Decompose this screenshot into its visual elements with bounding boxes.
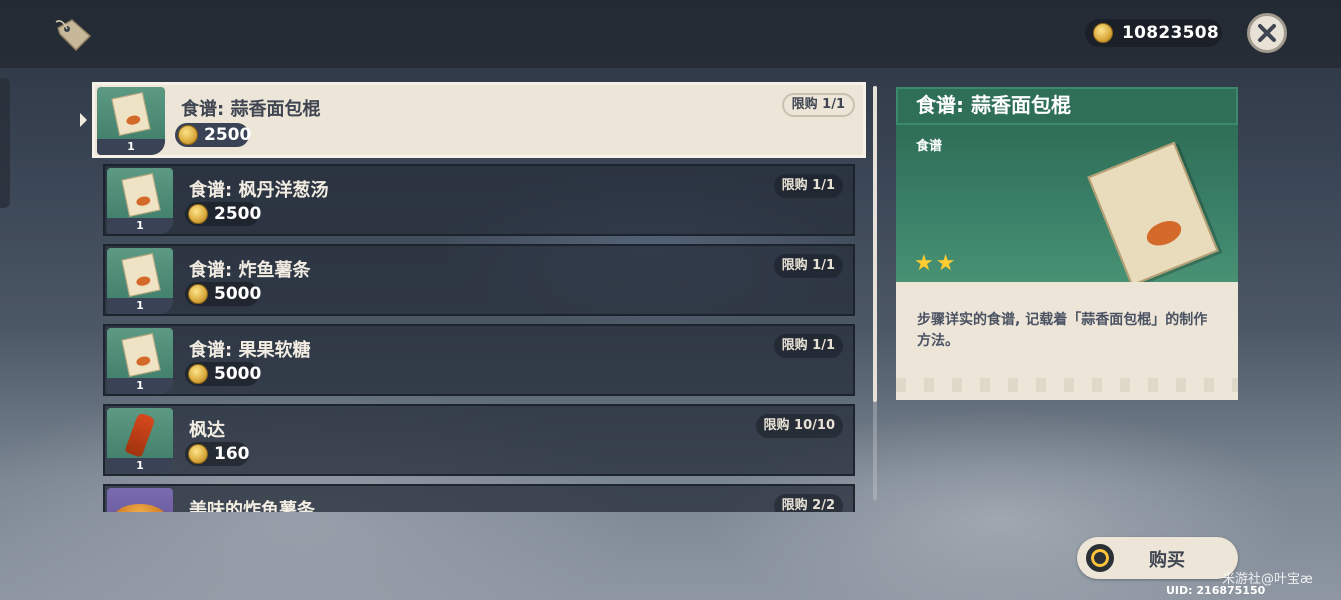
item-thumbnail: 1 [97,87,165,155]
purchase-limit-badge: 限购 1/1 [773,254,843,278]
item-detail-panel: 食谱: 蒜香面包棍 食谱 ★★ 步骤详实的食谱, 记载着「蒜香面包棍」的制作方法… [896,87,1238,400]
selection-arrow-icon [80,113,87,127]
item-quantity: 1 [97,139,165,155]
shop-item-list[interactable]: 1 食谱: 蒜香面包棍 2500 限购 1/1 1 食谱: 枫丹洋葱汤 2500… [92,82,868,512]
detail-artwork: 食谱 ★★ [896,125,1238,287]
detail-title: 食谱: 蒜香面包棍 [896,87,1238,125]
item-thumbnail: 1 [107,328,173,394]
item-price: 2500 [175,123,251,147]
top-bar: 10823508 [0,0,1341,68]
recipe-scroll-icon [111,92,151,136]
purchase-limit-badge: 限购 2/2 [773,494,843,512]
recipe-scroll-icon [121,173,161,217]
list-scrollbar-thumb[interactable] [873,86,877,402]
recipe-scroll-icon [121,333,161,377]
item-price: 160 [185,442,250,466]
detail-description: 步骤详实的食谱, 记载着「蒜香面包棍」的制作方法。 [896,282,1238,400]
mora-coin-icon [178,125,198,145]
currency-display: 10823508 [1085,19,1222,47]
close-button[interactable] [1247,13,1287,53]
side-tab[interactable] [0,78,10,208]
item-thumbnail: 1 [107,248,173,314]
item-thumbnail: 1 [107,168,173,234]
mora-coin-icon [188,204,208,224]
buy-button-label: 购买 [1149,550,1185,571]
item-thumbnail [107,488,173,512]
item-thumbnail: 1 [107,408,173,474]
price-tag-icon [55,19,92,52]
shop-item-jelly-candy-recipe[interactable]: 1 食谱: 果果软糖 5000 限购 1/1 [103,324,855,396]
item-price: 5000 [185,362,261,386]
mora-coin-icon [1093,23,1113,43]
shop-item-garlic-baguette-recipe[interactable]: 1 食谱: 蒜香面包棍 2500 限购 1/1 [92,82,866,158]
shop-item-fish-and-chips-recipe[interactable]: 1 食谱: 炸鱼薯条 5000 限购 1/1 [103,244,855,316]
item-name: 食谱: 果果软糖 [189,340,311,361]
currency-value: 10823508 [1122,23,1220,43]
item-name: 美味的炸鱼薯条 [189,500,315,512]
item-name: 食谱: 枫丹洋葱汤 [189,180,329,201]
purchase-limit-badge: 限购 1/1 [781,93,855,117]
item-quantity: 1 [107,458,173,474]
shop-item-delicious-fish-and-chips[interactable]: 美味的炸鱼薯条 限购 2/2 [103,484,855,512]
item-price: 2500 [185,202,261,226]
item-name: 食谱: 蒜香面包棍 [181,99,321,120]
item-price: 5000 [185,282,261,306]
purchase-limit-badge: 限购 1/1 [773,174,843,198]
mora-coin-icon [188,364,208,384]
recipe-scroll-icon [121,253,161,297]
mora-coin-icon [188,444,208,464]
item-quantity: 1 [107,378,173,394]
buy-button[interactable]: 购买 [1077,537,1238,579]
item-name: 枫达 [189,420,225,441]
item-name: 食谱: 炸鱼薯条 [189,260,311,281]
detail-category: 食谱 [916,139,943,154]
shop-item-fonta[interactable]: 1 枫达 160 限购 10/10 [103,404,855,476]
bottle-icon [124,412,156,458]
shop-item-onion-soup-recipe[interactable]: 1 食谱: 枫丹洋葱汤 2500 限购 1/1 [103,164,855,236]
dish-icon [113,504,167,512]
recipe-scroll-icon [1087,141,1219,287]
item-quantity: 1 [107,218,173,234]
mora-coin-icon [188,284,208,304]
purchase-limit-badge: 限购 1/1 [773,334,843,358]
confirm-ring-icon [1086,544,1114,572]
purchase-limit-badge: 限购 10/10 [755,414,843,438]
rarity-stars: ★★ [914,251,958,276]
uid-label: UID: 216875150 [1166,584,1266,597]
close-icon [1258,24,1276,42]
item-quantity: 1 [107,298,173,314]
